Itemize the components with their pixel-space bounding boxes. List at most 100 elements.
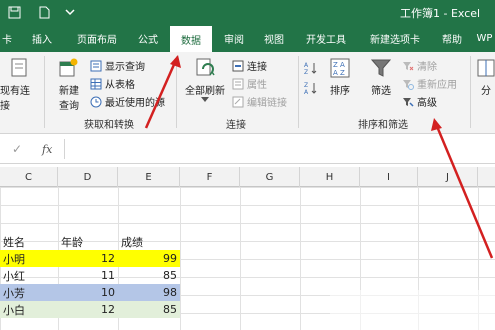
refresh-all-button[interactable]: 全部刷新	[182, 56, 228, 102]
grid-line	[300, 187, 301, 330]
refresh-all-label: 全部刷新	[185, 86, 225, 97]
table-cell-age[interactable]: 12	[58, 301, 118, 318]
connections-icon	[232, 60, 244, 71]
tab-review[interactable]: 审阅	[216, 24, 252, 52]
from-table-button[interactable]: 从表格	[90, 76, 135, 91]
tab-page-layout[interactable]: 页面布局	[66, 24, 128, 52]
chevron-down-icon	[201, 97, 209, 102]
fx-icon[interactable]: fx	[42, 143, 52, 156]
edit-links-button[interactable]: 编辑链接	[232, 94, 287, 109]
new-query-button[interactable]: 新建 查询	[52, 56, 86, 112]
table-cell-score[interactable]: 85	[118, 267, 180, 284]
properties-button[interactable]: 属性	[232, 76, 267, 91]
connections-button[interactable]: 连接	[232, 58, 267, 73]
svg-text:Z A: Z A	[333, 61, 345, 69]
tab-partial[interactable]: 卡	[0, 24, 14, 52]
reapply-button[interactable]: 重新应用	[402, 76, 457, 91]
edit-links-label: 编辑链接	[247, 98, 287, 109]
filter-button[interactable]: 筛选	[364, 56, 398, 97]
tab-help[interactable]: 帮助	[434, 24, 470, 52]
sort-descending-icon: ZA	[304, 82, 317, 95]
clear-filter-icon	[403, 61, 414, 70]
reapply-icon	[403, 79, 414, 90]
enter-check-icon[interactable]: ✓	[12, 142, 22, 156]
more-button[interactable]: 分	[476, 56, 495, 97]
new-file-icon[interactable]	[36, 4, 52, 20]
svg-text:Z: Z	[304, 82, 308, 89]
table-header-score[interactable]: 成绩	[118, 233, 180, 250]
recent-sources-button[interactable]: 最近使用的源	[90, 94, 165, 109]
column-header-f[interactable]: F	[180, 167, 240, 187]
ribbon: 现有连接 新建 查询 显示查询 从表格 最近使用的源 获取和转换 全部刷新 连接…	[0, 52, 495, 134]
more-label: 分	[481, 86, 491, 97]
column-header-i[interactable]: I	[360, 167, 418, 187]
sort-icon: Z A A Z	[330, 58, 350, 78]
filter-label: 筛选	[371, 86, 391, 97]
tab-new-tab[interactable]: 新建选项卡	[360, 24, 430, 52]
new-query-label-1: 新建	[59, 86, 79, 97]
table-cell-name[interactable]: 小红	[0, 267, 58, 284]
clear-filter-button[interactable]: 清除	[402, 58, 437, 73]
column-header-g[interactable]: G	[240, 167, 300, 187]
excel-window: 工作簿1 - Excel 卡 插入 页面布局 公式 数据 审阅 视图 开发工具 …	[0, 0, 495, 330]
clear-filter-label: 清除	[417, 62, 437, 73]
show-queries-icon	[90, 60, 102, 71]
get-transform-group-label: 获取和转换	[84, 120, 134, 131]
customize-toolbar-icon[interactable]	[62, 4, 78, 20]
column-header-e[interactable]: E	[118, 167, 180, 187]
tab-insert[interactable]: 插入	[22, 24, 62, 52]
grid-line	[180, 187, 181, 330]
save-icon[interactable]	[6, 4, 22, 20]
filter-icon	[370, 59, 392, 77]
tab-developer[interactable]: 开发工具	[296, 24, 356, 52]
new-query-label-2: 查询	[59, 101, 79, 112]
svg-text:A: A	[304, 62, 309, 69]
ribbon-tabs: 卡 插入 页面布局 公式 数据 审阅 视图 开发工具 新建选项卡 帮助 WP	[0, 24, 495, 52]
reapply-label: 重新应用	[417, 80, 457, 91]
advanced-filter-button[interactable]: 高级	[402, 94, 437, 109]
table-cell-score[interactable]: 99	[118, 250, 180, 267]
table-cell-age[interactable]: 10	[58, 284, 118, 301]
tab-data[interactable]: 数据	[170, 26, 212, 52]
tab-wps[interactable]: WP	[474, 24, 495, 52]
sort-ascending-icon: AZ	[304, 62, 317, 75]
from-table-label: 从表格	[105, 80, 135, 91]
new-query-icon	[59, 58, 78, 77]
edit-links-icon	[232, 96, 244, 107]
table-cell-name[interactable]: 小明	[0, 250, 58, 267]
svg-text:A Z: A Z	[333, 69, 345, 77]
column-header-c[interactable]: C	[0, 167, 58, 187]
column-header-j[interactable]: J	[418, 167, 478, 187]
sort-descending-button[interactable]: ZA	[304, 80, 318, 95]
window-title: 工作簿1 - Excel	[400, 7, 481, 20]
column-headers: C D E F G H I J	[0, 167, 495, 187]
tab-view[interactable]: 视图	[256, 24, 292, 52]
table-header-age[interactable]: 年龄	[58, 233, 118, 250]
advanced-filter-label: 高级	[417, 98, 437, 109]
svg-text:A: A	[304, 89, 309, 95]
connections-group-label: 连接	[226, 120, 246, 131]
recent-sources-icon	[90, 96, 102, 107]
column-header-h[interactable]: H	[300, 167, 360, 187]
column-header-d[interactable]: D	[58, 167, 118, 187]
title-bar: 工作簿1 - Excel	[0, 0, 495, 24]
table-header-name[interactable]: 姓名	[0, 233, 58, 250]
show-queries-button[interactable]: 显示查询	[90, 58, 145, 73]
properties-label: 属性	[247, 80, 267, 91]
formula-input[interactable]	[64, 139, 495, 159]
show-queries-label: 显示查询	[105, 62, 145, 73]
formula-bar: ✓ fx	[0, 134, 495, 164]
sort-button[interactable]: Z A A Z 排序	[324, 56, 356, 97]
sort-ascending-button[interactable]: AZ	[304, 60, 318, 75]
advanced-filter-icon	[403, 97, 414, 107]
existing-connections-icon	[11, 58, 27, 77]
existing-connections-button[interactable]: 现有连接	[0, 56, 38, 112]
table-cell-score[interactable]: 85	[118, 301, 180, 318]
table-cell-score[interactable]: 98	[118, 284, 180, 301]
table-cell-name[interactable]: 小芳	[0, 284, 58, 301]
table-cell-age[interactable]: 11	[58, 267, 118, 284]
tab-formulas[interactable]: 公式	[130, 24, 166, 52]
table-cell-name[interactable]: 小白	[0, 301, 58, 318]
table-cell-age[interactable]: 12	[58, 250, 118, 267]
existing-connections-label: 现有连接	[0, 86, 30, 112]
